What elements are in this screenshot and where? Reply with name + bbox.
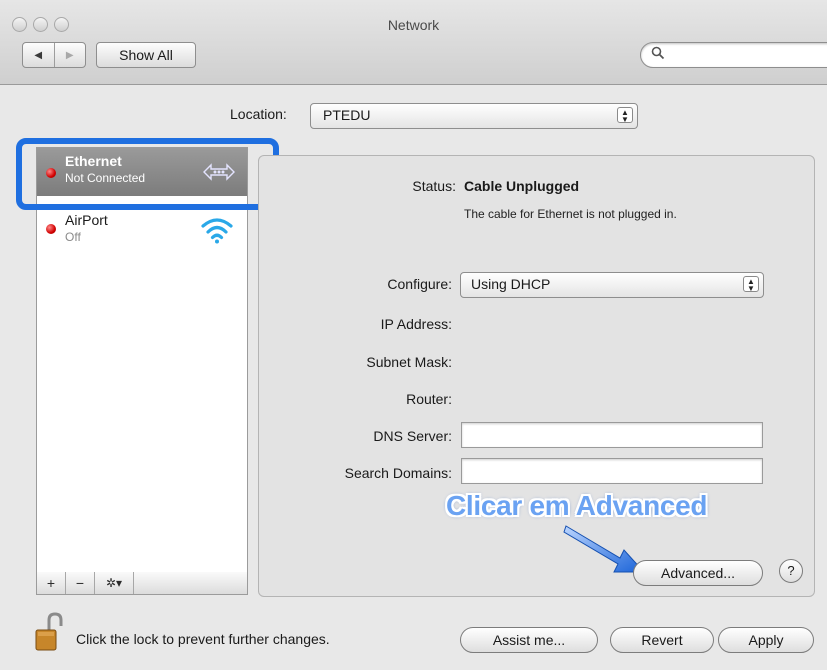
location-label: Location: (230, 106, 287, 122)
configure-label: Configure: (387, 276, 452, 292)
assist-me-button[interactable]: Assist me... (460, 627, 598, 653)
service-name: AirPort (65, 212, 108, 228)
ip-address-label: IP Address: (380, 316, 452, 332)
add-service-button[interactable]: + (37, 572, 66, 594)
status-dot-icon (46, 224, 56, 234)
popup-stepper-icon: ▲ ▼ (617, 107, 633, 124)
search-field[interactable] (640, 42, 827, 68)
help-button[interactable]: ? (779, 559, 803, 583)
gear-icon: ✲▾ (105, 576, 123, 590)
service-status: Off (65, 230, 81, 244)
action-menu-button[interactable]: ✲▾ (95, 572, 134, 594)
forward-arrow-icon: ▶ (65, 49, 74, 61)
highlight-annotation (16, 138, 279, 210)
location-value: PTEDU (323, 107, 371, 123)
lock-icon[interactable] (34, 612, 64, 652)
back-button[interactable]: ◀ (23, 43, 55, 67)
apply-button[interactable]: Apply (718, 627, 814, 653)
service-list-toolbar: + − ✲▾ (36, 572, 248, 595)
window-title: Network (387, 17, 440, 33)
back-arrow-icon: ◀ (34, 49, 43, 61)
router-label: Router: (406, 391, 452, 407)
remove-service-button[interactable]: − (66, 572, 95, 594)
popup-stepper-icon: ▲ ▼ (743, 276, 759, 293)
status-detail: The cable for Ethernet is not plugged in… (464, 207, 677, 221)
advanced-button[interactable]: Advanced... (633, 560, 763, 586)
detail-panel (258, 155, 815, 597)
show-all-button[interactable]: Show All (96, 42, 196, 68)
subnet-mask-label: Subnet Mask: (366, 354, 452, 370)
dns-server-label: DNS Server: (373, 428, 452, 444)
status-label: Status: (412, 178, 456, 194)
search-input[interactable] (667, 45, 827, 65)
search-domains-label: Search Domains: (344, 465, 452, 481)
lock-message: Click the lock to prevent further change… (76, 631, 330, 647)
search-icon (651, 46, 665, 60)
status-value: Cable Unplugged (464, 178, 580, 194)
navigation-control: ◀ ▶ (22, 42, 86, 68)
configure-value: Using DHCP (471, 276, 551, 292)
dns-server-field[interactable] (461, 422, 763, 448)
location-select[interactable]: PTEDU ▲ ▼ (310, 103, 638, 129)
service-list: Ethernet Not Connected AirPort Off (36, 147, 248, 574)
window-toolbar: Network ◀ ▶ Show All (0, 0, 827, 85)
revert-button[interactable]: Revert (610, 627, 714, 653)
forward-button[interactable]: ▶ (55, 43, 86, 67)
callout-text: Clicar em Advanced (446, 490, 708, 521)
search-domains-field[interactable] (461, 458, 763, 484)
configure-select[interactable]: Using DHCP ▲ ▼ (460, 272, 764, 298)
wifi-icon (201, 218, 233, 244)
